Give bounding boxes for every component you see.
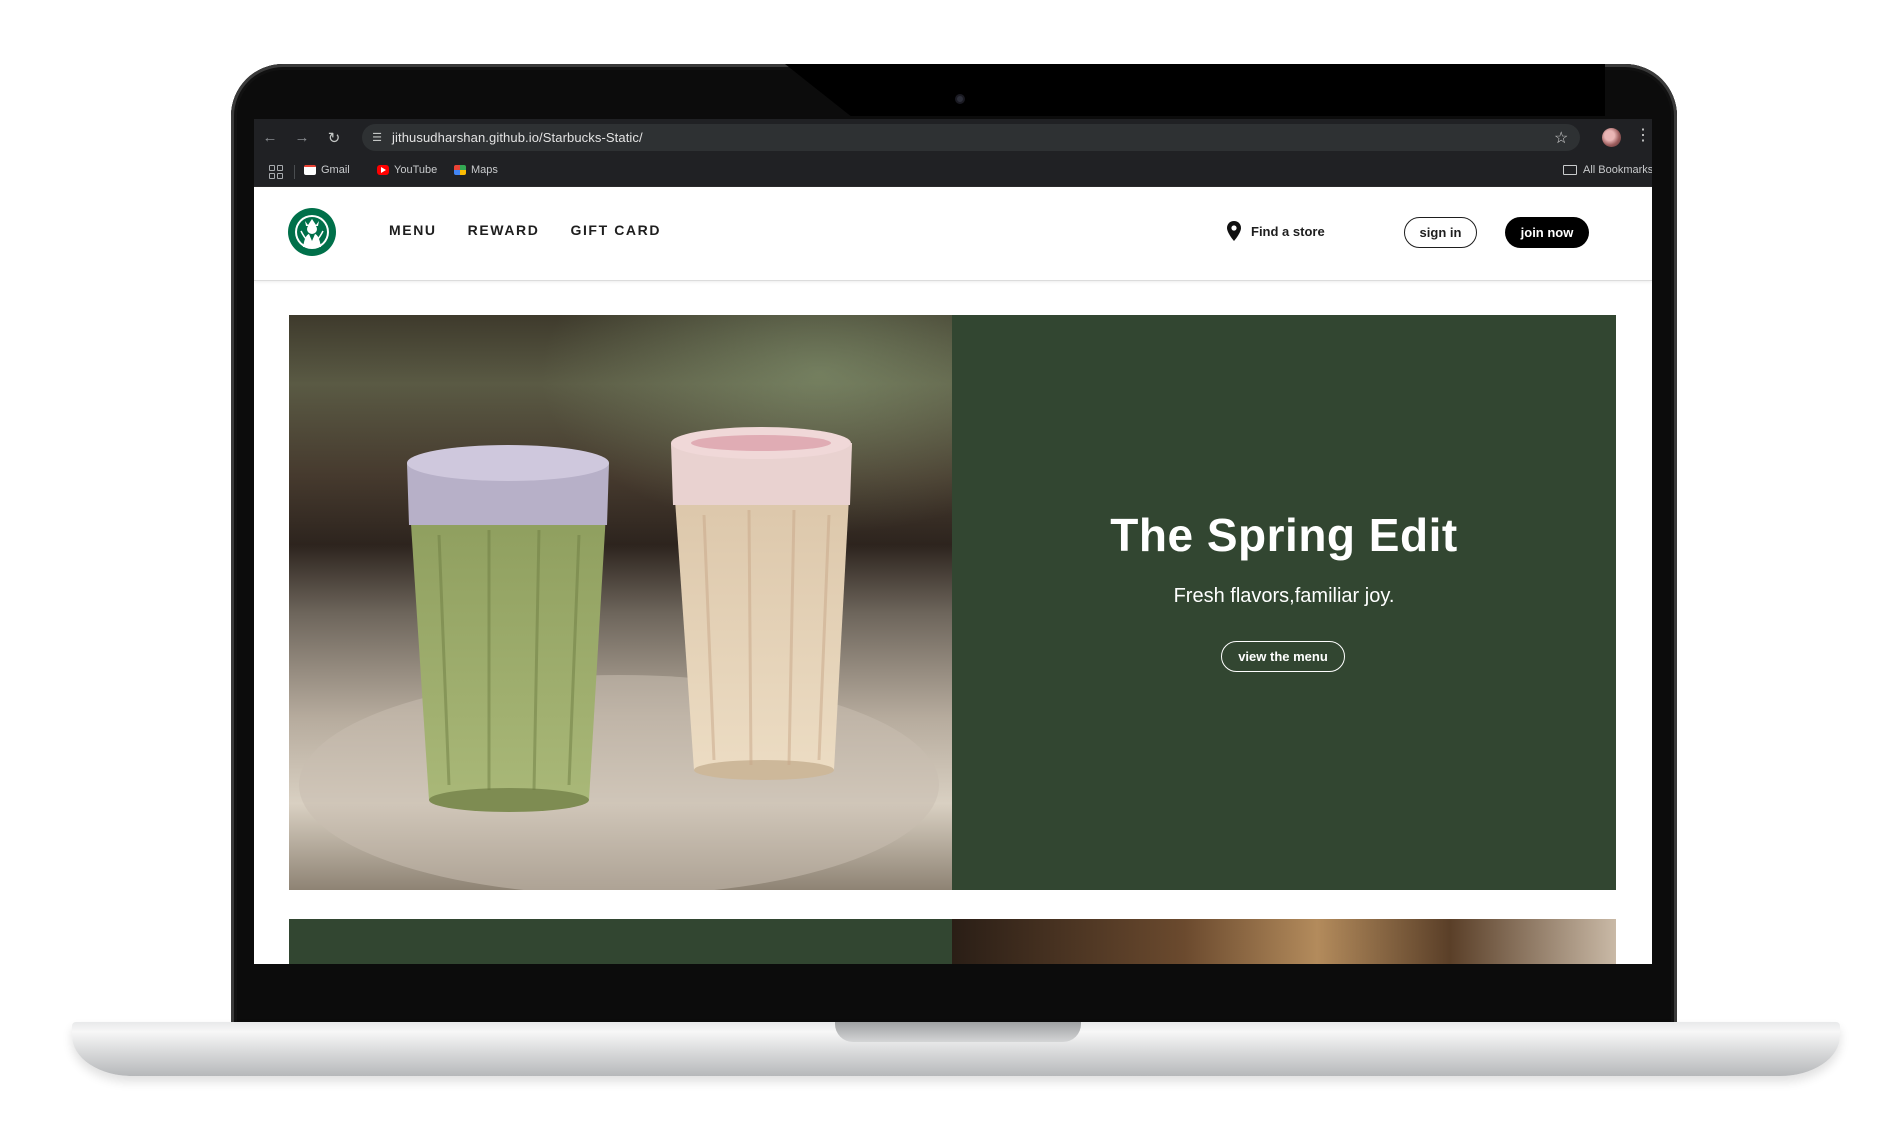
back-arrow-icon[interactable]: ←: [254, 119, 286, 156]
join-now-button[interactable]: join now: [1505, 217, 1589, 248]
gmail-icon: [304, 165, 316, 175]
apps-grid-icon[interactable]: [269, 165, 283, 179]
bezel-top: [785, 64, 1605, 116]
webcam-icon: [955, 94, 965, 104]
profile-avatar[interactable]: [1602, 128, 1621, 147]
youtube-icon: [377, 165, 389, 175]
reload-icon[interactable]: ↻: [318, 119, 350, 156]
forward-arrow-icon[interactable]: →: [286, 119, 318, 156]
hero-image: [289, 315, 952, 890]
browser-toolbar: ← → ↻ ☰ jithusudharshan.github.io/Starbu…: [254, 119, 1652, 156]
bookmark-maps[interactable]: Maps: [454, 164, 498, 176]
hero-panel: The Spring Edit Fresh flavors,familiar j…: [952, 315, 1616, 890]
laptop-base-notch: [835, 1022, 1081, 1042]
bookmarks-bar: Gmail YouTube Maps All Bookmarks: [254, 156, 1652, 187]
address-bar[interactable]: ☰ jithusudharshan.github.io/Starbucks-St…: [362, 124, 1580, 151]
bookmark-gmail[interactable]: Gmail: [304, 164, 350, 176]
site-info-icon[interactable]: ☰: [362, 131, 392, 144]
starbucks-logo[interactable]: [287, 207, 337, 257]
hero-title: The Spring Edit: [1110, 509, 1458, 561]
more-menu-icon[interactable]: ⋮: [1635, 127, 1651, 145]
nav-gift-card[interactable]: GIFT CARD: [570, 222, 661, 238]
bookmark-youtube[interactable]: YouTube: [377, 164, 437, 176]
bezel-bottom: [254, 964, 1652, 1008]
next-section-image: [952, 919, 1616, 964]
next-section-panel: [289, 919, 952, 964]
view-menu-button[interactable]: view the menu: [1221, 641, 1345, 672]
maps-icon: [454, 165, 466, 175]
nav-reward[interactable]: REWARD: [468, 222, 540, 238]
find-store-link[interactable]: Find a store: [1227, 221, 1325, 241]
all-bookmarks-label: All Bookmarks: [1583, 164, 1652, 176]
laptop-screen: ← → ↻ ☰ jithusudharshan.github.io/Starbu…: [254, 119, 1652, 964]
bookmark-label: Gmail: [321, 164, 350, 176]
site-header: MENU REWARD GIFT CARD Find a store sign …: [254, 187, 1652, 281]
drinks-photo: [299, 427, 939, 890]
hero-subtitle: Fresh flavors,familiar joy.: [1173, 585, 1395, 607]
location-pin-icon: [1227, 221, 1241, 241]
bookmark-label: Maps: [471, 164, 498, 176]
bookmark-star-icon[interactable]: ☆: [1554, 128, 1568, 148]
all-bookmarks-button[interactable]: All Bookmarks: [1563, 164, 1652, 176]
bookmark-divider: [294, 165, 295, 179]
url-text[interactable]: jithusudharshan.github.io/Starbucks-Stat…: [392, 130, 643, 145]
find-store-label: Find a store: [1251, 223, 1325, 239]
bookmark-label: YouTube: [394, 164, 438, 176]
main-nav: MENU REWARD GIFT CARD: [389, 222, 692, 238]
nav-menu[interactable]: MENU: [389, 222, 437, 238]
folder-icon: [1563, 165, 1577, 175]
sign-in-button[interactable]: sign in: [1404, 217, 1477, 248]
